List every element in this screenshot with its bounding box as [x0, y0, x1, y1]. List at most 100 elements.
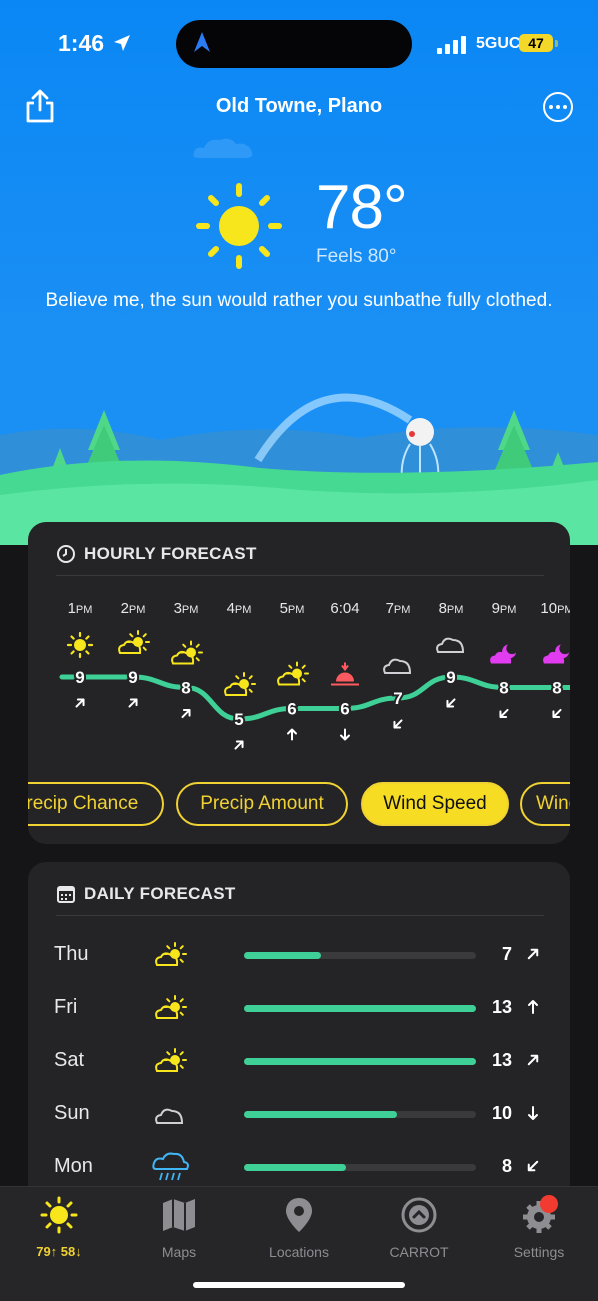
- map-icon: [163, 1199, 195, 1231]
- wind-direction-arrow: [528, 1000, 538, 1014]
- wind-direction-arrow: [552, 708, 562, 719]
- hour-label: 3PM: [173, 600, 199, 617]
- tab-carrot[interactable]: CARROT: [364, 1195, 474, 1260]
- wind-speed-value: 8: [501, 1156, 512, 1176]
- daily-row[interactable]: Fri 13: [28, 988, 570, 1028]
- notification-badge: [540, 1195, 558, 1213]
- location-title[interactable]: Old Towne, Plano: [0, 95, 598, 118]
- divider: [56, 915, 544, 916]
- wind-bar-fill: [244, 1111, 398, 1118]
- partly-cloudy-icon: [155, 1048, 187, 1072]
- wind-speed-value: 13: [491, 1050, 512, 1070]
- partly-cloudy-icon: [155, 995, 187, 1019]
- wind-bar-fill: [244, 1058, 476, 1065]
- navigation-arrow-icon: [194, 32, 210, 52]
- battery-indicator: 47: [519, 34, 553, 52]
- hourly-forecast-title: HOURLY FORECAST: [84, 544, 257, 563]
- day-name: Sat: [54, 1049, 85, 1071]
- wind-bar-fill: [244, 1164, 347, 1171]
- wind-direction-arrow: [527, 948, 539, 960]
- wind-direction-arrow: [527, 1054, 539, 1066]
- metric-selector: Precip Chance Precip Amount Wind Speed W…: [28, 782, 570, 826]
- wind-direction-arrow: [446, 698, 456, 708]
- more-options-button[interactable]: [543, 92, 573, 122]
- wind-value: 7: [393, 689, 402, 708]
- tab-today[interactable]: 79↑ 58↓: [4, 1195, 114, 1259]
- hour-label: 10PM: [540, 600, 570, 617]
- hour-labels: 1PM 2PM 3PM 4PM 5PM 6:04 7PM 8PM 9PM 10P…: [28, 600, 570, 620]
- tab-locations[interactable]: Locations: [244, 1195, 354, 1260]
- hero-section: 1:46 5GUC 47 Old Towne, Plano 78° Feels …: [0, 0, 598, 545]
- wind-direction-arrow: [128, 698, 138, 708]
- daily-row[interactable]: Sat 13: [28, 1041, 570, 1081]
- pill-wind[interactable]: Wind: [520, 782, 570, 826]
- tab-maps[interactable]: Maps: [124, 1195, 234, 1260]
- wind-value: 8: [181, 679, 190, 698]
- sun-icon: [40, 1196, 78, 1234]
- day-name: Sun: [54, 1102, 90, 1124]
- hour-label: 4PM: [226, 600, 252, 617]
- wind-direction-arrow: [181, 708, 191, 719]
- hour-label: 9PM: [491, 600, 517, 617]
- daily-row[interactable]: Thu 7: [28, 935, 570, 975]
- partly-cloudy-icon: [118, 630, 150, 654]
- weather-quote: Believe me, the sun would rather you sun…: [45, 290, 553, 311]
- today-temps: 79↑ 58↓: [36, 1244, 82, 1259]
- tab-settings[interactable]: Settings: [484, 1195, 594, 1260]
- battery-tip: [555, 40, 558, 47]
- wind-value: 8: [499, 679, 508, 698]
- daily-row[interactable]: Mon 8: [28, 1147, 570, 1187]
- feels-like: Feels 80°: [316, 246, 397, 267]
- day-name: Mon: [54, 1155, 93, 1177]
- partly-cloudy-icon: [224, 672, 256, 696]
- wind-speed-value: 10: [491, 1103, 512, 1123]
- wind-bar-track: [244, 952, 476, 959]
- wind-value: 5: [234, 710, 243, 729]
- wind-direction-arrow: [287, 728, 297, 741]
- divider: [56, 575, 544, 576]
- wind-direction-arrow: [234, 740, 244, 750]
- partly-cloudy-night-icon: [543, 644, 569, 664]
- rain-icon: [152, 1152, 189, 1181]
- current-temperature: 78°: [316, 173, 408, 242]
- day-name: Thu: [54, 943, 89, 965]
- wind-speed-chart: 9 9 8 5 6 6 7 9 8 8: [59, 630, 570, 750]
- hour-label: 8PM: [438, 600, 464, 617]
- wind-speed-value: 7: [501, 944, 512, 964]
- partly-cloudy-night-icon: [490, 644, 516, 664]
- wind-bar-track: [244, 1058, 476, 1065]
- hour-label: 5PM: [279, 600, 305, 617]
- cellular-signal-icon: [437, 36, 466, 54]
- pill-precip-amount[interactable]: Precip Amount: [176, 782, 348, 826]
- network-type: 5GUC: [476, 35, 521, 52]
- wind-bar-fill: [244, 1005, 476, 1012]
- cloud-icon: [383, 658, 412, 674]
- wind-direction-arrow: [340, 728, 350, 741]
- daily-forecast-title: DAILY FORECAST: [84, 884, 236, 903]
- wind-speed-value: 13: [491, 997, 512, 1017]
- daily-row[interactable]: Sun 10: [28, 1094, 570, 1134]
- wind-bar-track: [244, 1005, 476, 1012]
- wind-value: 9: [128, 668, 137, 687]
- wind-direction-arrow: [75, 698, 85, 708]
- status-time: 1:46: [58, 30, 105, 56]
- wind-direction-arrow: [528, 1106, 538, 1120]
- wind-value: 6: [287, 700, 296, 719]
- hour-label: 6:04: [330, 600, 360, 617]
- partly-cloudy-icon: [171, 640, 203, 665]
- pill-wind-speed[interactable]: Wind Speed: [361, 782, 509, 826]
- pill-precip-chance[interactable]: Precip Chance: [28, 782, 164, 826]
- home-indicator: [193, 1282, 405, 1288]
- day-name: Fri: [54, 996, 78, 1018]
- dynamic-island: [176, 20, 412, 68]
- sun-icon: [66, 631, 94, 659]
- hour-label: 7PM: [385, 600, 411, 617]
- sky-cloud-decoration: [193, 138, 253, 158]
- hourly-forecast-card: HOURLY FORECAST 1PM 2PM 3PM 4PM 5PM 6:04…: [28, 522, 570, 844]
- carrot-icon: [401, 1197, 437, 1233]
- gear-icon: [523, 1195, 558, 1233]
- landscape-illustration: [0, 393, 598, 545]
- status-bar: 1:46 5GUC 47: [0, 20, 598, 68]
- sunset-icon: [331, 662, 359, 686]
- wind-value: 9: [75, 668, 84, 687]
